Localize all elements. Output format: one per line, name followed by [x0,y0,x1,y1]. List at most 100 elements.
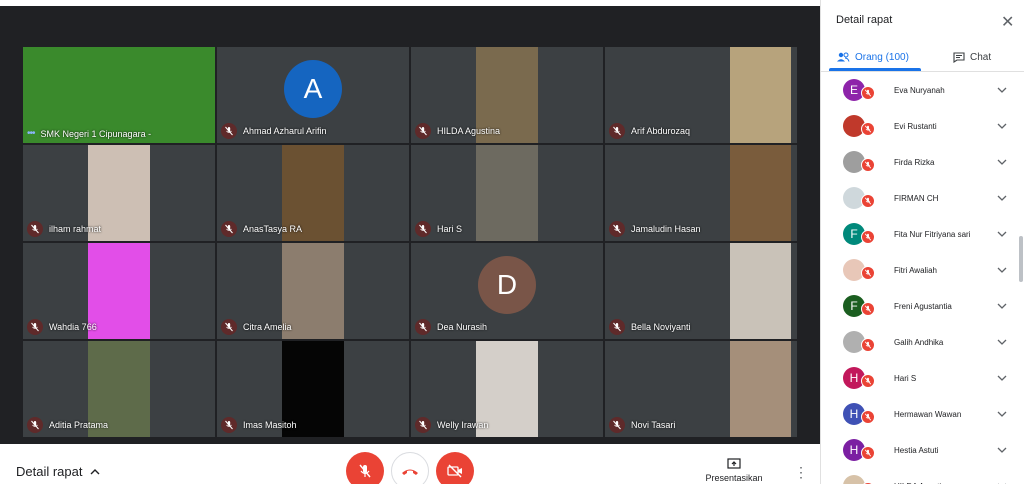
chevron-down-icon[interactable] [997,373,1007,383]
participant-tile[interactable]: Arif Abdurozaq [604,46,798,144]
mic-off-icon [225,224,233,234]
participant-tile[interactable]: A Ahmad Azharul Arifin [216,46,410,144]
tile-name-row: AnasTasya RA [221,221,302,237]
chevron-down-icon[interactable] [997,409,1007,419]
participant-list-item[interactable]: Firda Rizka [821,144,1024,180]
participant-name: Eva Nuryanah [894,85,945,95]
chevron-down-icon[interactable] [997,157,1007,167]
participant-list-item[interactable]: Evi Rustanti [821,108,1024,144]
participant-tile[interactable]: Welly Irawan [410,340,604,438]
participant-tile[interactable]: Citra Amelia [216,242,410,340]
end-call-button[interactable] [391,452,429,484]
participant-name: HILDA Agustina [437,126,501,136]
mic-off-icon [613,224,621,234]
mic-off-icon [864,269,872,277]
participant-name: Evi Rustanti [894,121,937,131]
participant-list-item[interactable]: F Freni Agustantia [821,288,1024,324]
tab-chat[interactable]: Chat [953,48,991,66]
participant-name: Dea Nurasih [437,322,488,332]
camera-off-icon [447,464,462,478]
participant-name: SMK Negeri 1 Cipunagara - [40,128,152,139]
chevron-down-icon[interactable] [997,229,1007,239]
tile-name-row: Welly Irawan [415,417,488,433]
mic-off-icon [613,420,621,430]
participant-list[interactable]: E Eva Nuryanah Evi Rustanti Firda Rizka FIRM… [821,72,1024,484]
participant-tile[interactable]: Imas Masitoh [216,340,410,438]
participant-tile[interactable]: Jamaludin Hasan [604,144,798,242]
participant-name: Citra Amelia [243,322,292,332]
participant-tile[interactable]: Wahdia 766 [22,242,216,340]
close-icon[interactable]: ✕ [1001,12,1014,32]
mic-off-icon [419,420,427,430]
tab-people[interactable]: Orang (100) [836,48,909,66]
tile-name-row: Dea Nurasih [415,319,487,335]
participant-tile[interactable]: HILDA Agustina [410,46,604,144]
mic-off-icon [225,126,233,136]
panel-title: Detail rapat [836,14,893,26]
speaking-indicator-icon: ••• [27,128,35,139]
muted-indicator [861,122,875,136]
participant-list-item[interactable]: FIRMAN CH [821,180,1024,216]
chevron-down-icon[interactable] [997,301,1007,311]
meeting-details-panel: Detail rapat ✕ Orang (100) Chat E Eva Nur… [820,0,1024,484]
tile-name-row: ••• SMK Negeri 1 Cipunagara - [27,128,151,139]
mic-off-icon [864,377,872,385]
mic-off-icon [864,341,872,349]
participant-tile[interactable]: Novi Tasari [604,340,798,438]
participant-tile[interactable]: AnasTasya RA [216,144,410,242]
participant-list-item[interactable]: H Hestia Astuti [821,432,1024,468]
participant-name: Bella Noviyanti [631,322,691,332]
tab-people-label: Orang (100) [855,51,909,63]
muted-indicator [415,319,431,335]
chevron-down-icon[interactable] [997,121,1007,131]
tile-name-row: Arif Abdurozaq [609,123,690,139]
tile-name-row: Bella Noviyanti [609,319,691,335]
tile-name-row: Citra Amelia [221,319,292,335]
participant-list-item[interactable]: Galih Andhika [821,324,1024,360]
participant-name: Galih Andhika [894,337,944,347]
tile-name-row: Jamaludin Hasan [609,221,701,237]
mic-off-icon [864,413,872,421]
camera-off-button[interactable] [436,452,474,484]
participant-list-item[interactable]: Fitri Awaliah [821,252,1024,288]
mute-microphone-button[interactable] [346,452,384,484]
meeting-details-toggle[interactable]: Detail rapat [16,464,100,479]
people-icon [837,52,850,62]
participant-list-item[interactable]: HILDA Agustina [821,468,1024,484]
participant-name: Ahmad Azharul Arifin [243,126,327,136]
tile-name-row: Ahmad Azharul Arifin [221,123,327,139]
video-feed [729,145,792,241]
participant-tile[interactable]: Hari S [410,144,604,242]
avatar: D [478,256,536,314]
muted-indicator [861,446,875,460]
participant-name: Firda Rizka [894,157,935,167]
participant-list-item[interactable]: H Hari S [821,360,1024,396]
participant-tile[interactable]: Bella Noviyanti [604,242,798,340]
participant-tile[interactable]: ilham rahmat [22,144,216,242]
scrollbar[interactable] [1019,236,1023,282]
mic-off-icon [419,322,427,332]
chat-icon [953,51,965,63]
chevron-down-icon[interactable] [997,265,1007,275]
chevron-down-icon[interactable] [997,337,1007,347]
participant-tile[interactable]: ••• SMK Negeri 1 Cipunagara - [22,46,216,144]
participant-tile[interactable]: Aditia Pratama [22,340,216,438]
participant-name: FIRMAN CH [894,193,939,203]
present-now-button[interactable]: Presentasikan sekarang [686,458,782,484]
participant-name: Welly Irawan [437,420,489,430]
participant-list-item[interactable]: F Fita Nur Fitriyana sari [821,216,1024,252]
participant-list-item[interactable]: H Hermawan Wawan [821,396,1024,432]
mic-off-icon [864,449,872,457]
mic-off-icon [31,420,39,430]
muted-indicator [609,221,625,237]
tile-name-row: Novi Tasari [609,417,675,433]
meeting-details-label: Detail rapat [16,464,83,479]
muted-indicator [861,410,875,424]
participant-list-item[interactable]: E Eva Nuryanah [821,72,1024,108]
participant-name: ilham rahmat [49,224,102,234]
chevron-down-icon[interactable] [997,193,1007,203]
more-options-icon[interactable]: ⋮ [794,464,808,481]
chevron-down-icon[interactable] [997,445,1007,455]
participant-tile[interactable]: D Dea Nurasih [410,242,604,340]
chevron-down-icon[interactable] [997,85,1007,95]
